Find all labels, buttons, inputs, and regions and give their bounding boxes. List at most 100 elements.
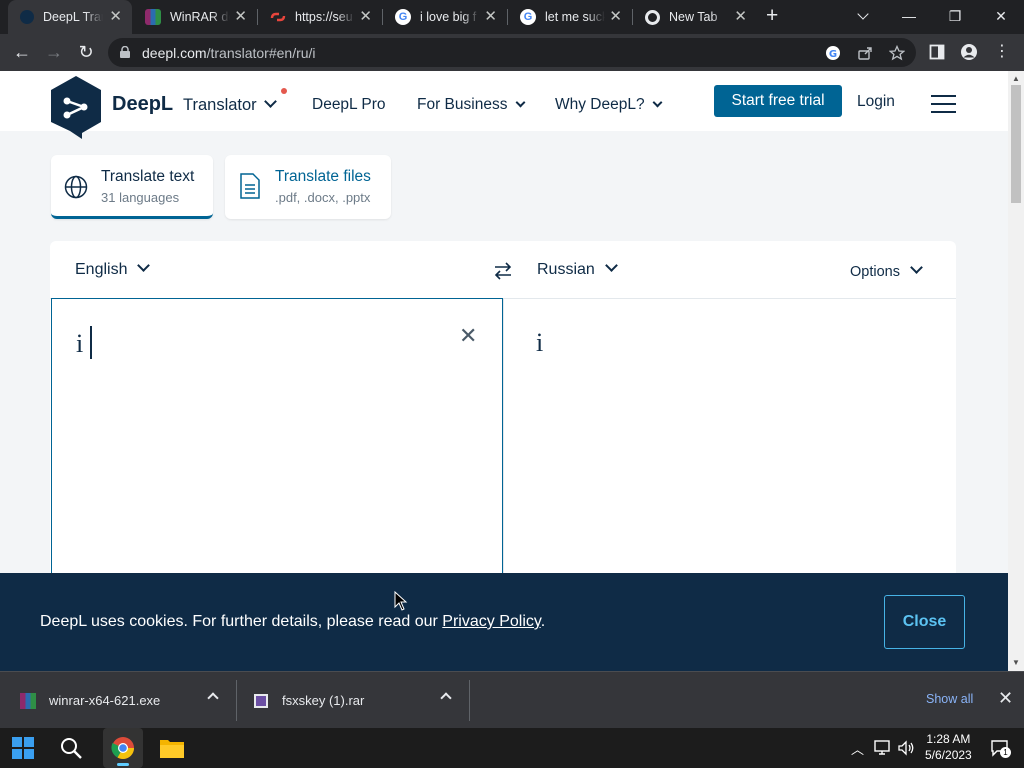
file-explorer-icon[interactable] [152,728,192,768]
target-text[interactable]: i [536,328,543,358]
tab-google-1[interactable]: G i love big f ✕ [383,0,507,34]
forward-button[interactable]: → [42,41,66,63]
page-scrollbar[interactable]: ▲ ▼ [1008,71,1024,671]
mode-subtitle: 31 languages [101,190,180,205]
close-tab-icon[interactable]: ✕ [609,9,622,25]
tab-google-2[interactable]: G let me suck ✕ [508,0,632,34]
lock-icon [120,46,130,58]
close-tab-icon[interactable]: ✕ [359,9,372,25]
chevron-down-icon [137,259,151,272]
document-icon [240,173,260,199]
reload-button[interactable]: ↻ [74,41,98,63]
winrar-icon [20,692,36,709]
cookie-message: DeepL uses cookies. For further details,… [40,613,546,630]
tab-seu[interactable]: https://seu ✕ [258,0,382,34]
bookmark-star-icon[interactable] [889,45,905,61]
close-tab-icon[interactable]: ✕ [484,9,497,25]
google-icon: G [395,9,411,25]
scroll-up-icon[interactable]: ▲ [1012,74,1020,83]
clock-time: 1:28 AM [926,732,971,746]
brand-name[interactable]: DeepL [112,93,173,116]
chevron-up-icon[interactable]: ︿ [851,739,864,758]
deepl-logo-icon[interactable] [50,75,102,139]
google-icon: G [520,9,536,25]
tab-search-button[interactable] [840,0,886,32]
address-bar[interactable]: deepl.com/translator#en/ru/i G [108,38,916,67]
privacy-policy-link[interactable]: Privacy Policy [442,613,540,630]
tab-winrar[interactable]: WinRAR download ✕ [133,0,257,34]
close-tab-icon[interactable]: ✕ [734,9,747,25]
login-link[interactable]: Login [857,93,895,111]
mouse-cursor-icon [394,591,408,611]
close-tab-icon[interactable]: ✕ [109,9,122,25]
winrar-icon [145,9,161,25]
profile-avatar-icon[interactable] [961,44,977,60]
system-clock[interactable]: 1:28 AM 5/6/2023 [925,731,972,763]
search-icon[interactable] [51,728,91,768]
side-panel-icon[interactable] [929,44,945,60]
nav-why-deepl[interactable]: Why DeepL? [555,96,663,114]
source-text-input[interactable]: i ✕ [51,298,503,588]
tab-strip: DeepL Translate ✕ WinRAR download ✕ http… [0,0,1024,34]
chevron-up-icon[interactable] [207,692,219,704]
tab-deepl[interactable]: DeepL Translate ✕ [8,0,132,34]
close-download-shelf-icon[interactable]: ✕ [998,688,1013,709]
scroll-down-icon[interactable]: ▼ [1012,658,1020,667]
options-dropdown[interactable]: Options [850,261,923,280]
network-icon[interactable] [874,740,892,756]
notification-dot [281,88,287,94]
nav-for-business[interactable]: For Business [417,96,526,114]
chevron-down-icon[interactable] [264,95,277,108]
url-text: deepl.com/translator#en/ru/i [142,45,316,61]
clear-text-icon[interactable]: ✕ [459,323,477,349]
volume-icon[interactable] [898,740,916,756]
google-lens-icon[interactable]: G [825,45,841,61]
close-tab-icon[interactable]: ✕ [234,9,247,25]
hamburger-menu-icon[interactable] [931,95,956,119]
minimize-button[interactable]: — [886,0,932,32]
rar-archive-icon [254,693,268,708]
language-bar: English Russian Options [50,241,956,299]
nav-deepl-pro[interactable]: DeepL Pro [312,96,386,114]
cookie-close-button[interactable]: Close [884,595,965,649]
tab-translate-text[interactable]: Translate text 31 languages [51,155,213,219]
deepl-icon [20,10,34,24]
share-icon[interactable] [857,45,873,61]
kebab-menu-icon[interactable]: ⋮ [990,41,1014,63]
chevron-up-icon[interactable] [440,692,452,704]
panel-divider [503,299,504,589]
notification-center-icon[interactable]: 1 [991,739,1011,762]
new-tab-button[interactable]: + [766,5,778,26]
download-divider [469,680,470,721]
download-divider [236,680,237,721]
close-window-button[interactable]: ✕ [978,0,1024,32]
swap-languages-icon[interactable] [493,261,513,281]
brand-subtitle[interactable]: Translator [183,96,257,115]
link-icon [270,9,286,25]
show-all-downloads-link[interactable]: Show all [926,692,973,706]
source-text: i [76,329,84,358]
download-item[interactable]: fsxskey (1).rar [254,672,470,729]
cookie-banner: DeepL uses cookies. For further details,… [0,573,1008,671]
chevron-down-icon [910,261,923,274]
scrollbar-thumb[interactable] [1011,85,1021,203]
clock-date: 5/6/2023 [925,748,972,762]
site-header: DeepL Translator DeepL Pro For Business … [0,71,1008,139]
windows-start-icon[interactable] [3,728,43,768]
source-language-select[interactable]: English [75,259,151,279]
download-shelf: winrar-x64-621.exe fsxskey (1).rar Show … [0,671,1024,728]
svg-text:G: G [829,49,837,60]
download-filename: winrar-x64-621.exe [49,693,161,708]
chevron-down-icon [604,259,618,272]
start-free-trial-button[interactable]: Start free trial [714,85,842,117]
restore-button[interactable]: ❐ [932,0,978,32]
download-item[interactable]: winrar-x64-621.exe [20,672,236,729]
tab-translate-files[interactable]: Translate files .pdf, .docx, .pptx [225,155,391,219]
back-button[interactable]: ← [10,41,34,63]
chrome-taskbar-icon[interactable] [103,728,143,768]
tab-new-tab[interactable]: New Tab ✕ [633,0,757,34]
mode-title: Translate text [101,168,195,185]
target-language-select[interactable]: Russian [537,259,618,279]
download-filename: fsxskey (1).rar [282,693,365,708]
windows-taskbar: ︿ 1:28 AM 5/6/2023 1 [0,728,1024,768]
